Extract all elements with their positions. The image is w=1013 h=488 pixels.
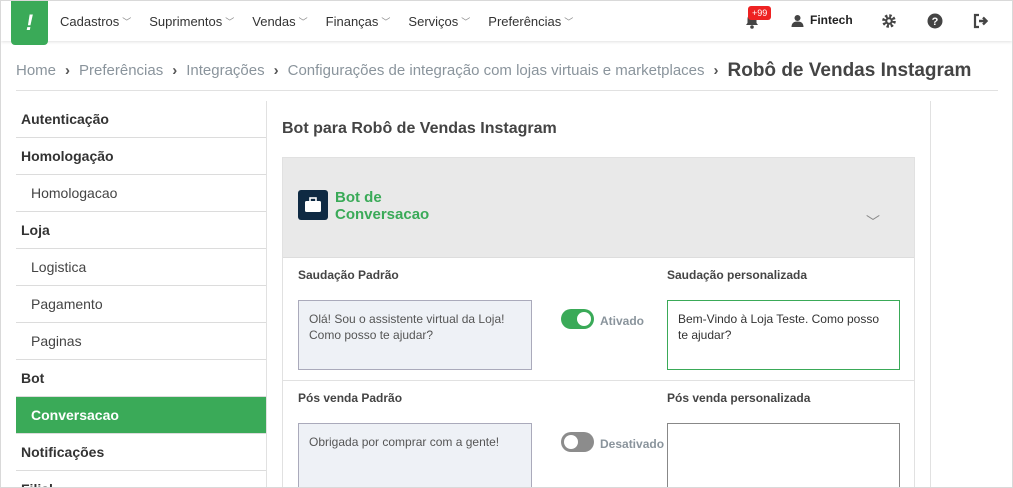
sidebar-item-paginas[interactable]: Paginas (16, 323, 266, 360)
main-menu: Cadastros ﹀ Suprimentos ﹀ Vendas ﹀ Finanças… (60, 1, 591, 41)
user-icon (791, 14, 804, 27)
sidebar-divider (266, 101, 267, 487)
menu-label: Vendas (252, 13, 296, 29)
menu-label: Cadastros (60, 13, 120, 29)
default-greeting-label: Saudação Padrão (298, 268, 399, 282)
default-postsale-label: Pós venda Padrão (298, 391, 403, 405)
toggle-knob (577, 312, 591, 326)
menu-label: Preferências (488, 13, 562, 29)
breadcrumb-configuracoes[interactable]: Configurações de integração com lojas vi… (288, 62, 705, 79)
user-name: Fintech (810, 13, 853, 27)
chevron-down-icon[interactable]: ﹀ (866, 212, 880, 232)
breadcrumb-preferencias[interactable]: Preferências (79, 62, 163, 79)
menu-label: Suprimentos (149, 13, 223, 29)
chevron-down-icon: ﹀ (298, 16, 308, 27)
menu-cadastros[interactable]: Cadastros ﹀ (60, 14, 131, 29)
menu-label: Finanças (325, 13, 379, 29)
menu-vendas[interactable]: Vendas ﹀ (252, 14, 307, 29)
sidebar-item-bot[interactable]: Bot (16, 360, 266, 397)
bot-panel: Bot de Conversacao ﹀ Saudação Padrão Olá… (282, 157, 915, 487)
sidebar-item-autenticacao[interactable]: Autenticação (16, 101, 266, 138)
help-icon[interactable]: ? (927, 13, 943, 29)
default-greeting-text: Olá! Sou o assistente virtual da Loja! C… (298, 300, 532, 370)
logout-icon[interactable] (973, 13, 989, 29)
menu-suprimentos[interactable]: Suprimentos ﹀ (149, 14, 234, 29)
menu-preferencias[interactable]: Preferências ﹀ (488, 14, 573, 29)
breadcrumb-integracoes[interactable]: Integrações (186, 62, 264, 79)
menu-servicos[interactable]: Serviços ﹀ (408, 14, 470, 29)
gear-icon[interactable] (881, 13, 897, 29)
app-logo[interactable]: ! (11, 1, 48, 45)
sidebar-item-filial[interactable]: Filial (16, 471, 266, 487)
breadcrumb: Home › Preferências › Integrações › Conf… (16, 59, 998, 91)
postsale-toggle[interactable] (561, 432, 594, 452)
svg-text:?: ? (932, 16, 939, 28)
chevron-down-icon: ﹀ (225, 16, 235, 27)
sidebar: Autenticação Homologação Homologacao Loj… (16, 101, 266, 487)
toggle-knob (564, 435, 578, 449)
menu-financas[interactable]: Finanças ﹀ (326, 14, 391, 29)
content-divider (930, 101, 931, 487)
sidebar-item-homologacao-group[interactable]: Homologação (16, 138, 266, 175)
custom-greeting-label: Saudação personalizada (667, 268, 808, 282)
postsale-toggle-label: Desativado (600, 437, 665, 451)
chevron-down-icon: ﹀ (122, 16, 132, 27)
sidebar-item-homologacao[interactable]: Homologacao (16, 175, 266, 212)
top-navbar: ! Cadastros ﹀ Suprimentos ﹀ Vendas ﹀ Finanç… (1, 1, 1012, 45)
chevron-down-icon: ﹀ (381, 16, 391, 27)
user-menu[interactable]: Fintech (791, 13, 853, 27)
page-title: Robô de Vendas Instagram (727, 59, 972, 81)
chevron-down-icon: ﹀ (564, 16, 574, 27)
greeting-toggle[interactable] (561, 309, 594, 329)
briefcase-icon (298, 190, 328, 220)
default-postsale-text: Obrigada por comprar com a gente! (298, 423, 532, 487)
panel-title: Bot de Conversacao (335, 189, 430, 223)
sidebar-item-conversacao[interactable]: Conversacao (16, 397, 266, 434)
menu-label: Serviços (408, 13, 459, 29)
custom-greeting-input[interactable]: Bem-Vindo à Loja Teste. Como posso te aj… (667, 300, 900, 370)
panel-header[interactable]: Bot de Conversacao ﹀ (283, 158, 914, 258)
custom-postsale-input[interactable] (667, 423, 900, 487)
chevron-right-icon: › (713, 62, 719, 79)
chevron-down-icon: ﹀ (461, 16, 471, 27)
chevron-right-icon: › (65, 62, 71, 79)
breadcrumb-home[interactable]: Home (16, 62, 56, 79)
custom-postsale-label: Pós venda personalizada (667, 391, 811, 405)
section-title: Bot para Robô de Vendas Instagram (282, 120, 557, 137)
row-divider (283, 380, 914, 381)
sidebar-item-logistica[interactable]: Logistica (16, 249, 266, 286)
greeting-toggle-label: Ativado (600, 314, 645, 328)
chevron-right-icon: › (172, 62, 178, 79)
app-window: ! Cadastros ﹀ Suprimentos ﹀ Vendas ﹀ Finanç… (0, 0, 1013, 488)
sidebar-item-loja[interactable]: Loja (16, 212, 266, 249)
notification-badge: +99 (748, 6, 772, 20)
chevron-right-icon: › (273, 62, 279, 79)
sidebar-item-pagamento[interactable]: Pagamento (16, 286, 266, 323)
sidebar-item-notificacoes[interactable]: Notificações (16, 434, 266, 471)
